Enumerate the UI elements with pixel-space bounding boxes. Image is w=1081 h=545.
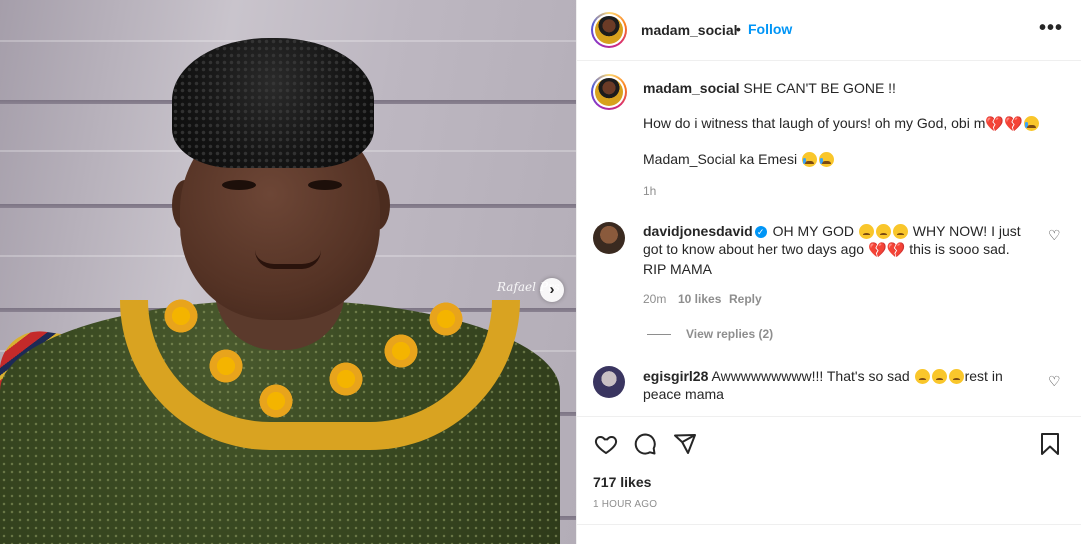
add-comment-bar[interactable] [577, 524, 1081, 545]
eye-left [222, 180, 256, 190]
flower-icon [380, 330, 422, 372]
next-image-button[interactable]: › [540, 278, 564, 302]
bookmark-icon[interactable] [1039, 432, 1061, 456]
caption-text-1: SHE CAN'T BE GONE !! [743, 80, 896, 96]
comment-username[interactable]: egisgirl28 [643, 368, 708, 384]
post-image[interactable]: Rafael Prs › [0, 0, 576, 544]
comment-text-c: got to know about her two days ago [643, 241, 865, 257]
sad-face-icon [875, 224, 891, 239]
flower-icon [205, 345, 247, 387]
comment-avatar[interactable] [593, 222, 625, 254]
verified-badge-icon: ✓ [754, 226, 767, 238]
caption-text-2: How do i witness that laugh of yours! oh… [643, 115, 986, 131]
headwrap-texture [172, 38, 374, 168]
comment-likes-count[interactable]: 10 likes [678, 292, 721, 306]
crying-face-icon [801, 152, 817, 167]
comment-avatar[interactable] [593, 366, 625, 398]
caption-line-1: madam_social SHE CAN'T BE GONE !! [643, 79, 1063, 97]
comment-likes[interactable]: 10 likes [678, 292, 721, 306]
follow-button[interactable]: Follow [748, 21, 792, 37]
caption-line-2: How do i witness that laugh of yours! oh… [643, 114, 1063, 134]
comment-text-b: WHY NOW! I just [912, 223, 1021, 239]
broken-heart-icon: 💔 [867, 242, 887, 259]
comment-username[interactable]: davidjonesdavid [643, 223, 753, 239]
comment-time: 20m [643, 292, 667, 306]
broken-heart-icon: 💔 [985, 116, 1005, 133]
comment-text-a: Awwwwwwwww!!! That's so sad [711, 368, 910, 384]
heart-icon[interactable] [593, 432, 619, 456]
caption-time: 1h [643, 184, 657, 198]
sad-face-icon [914, 369, 930, 384]
comment-text-d: this is sooo sad. [909, 241, 1010, 257]
header-username[interactable]: madam_social [641, 22, 738, 38]
more-options-icon[interactable]: ••• [1039, 17, 1063, 40]
avatar-image [595, 78, 623, 106]
eye-right [308, 180, 342, 190]
broken-heart-icon: 💔 [886, 242, 906, 259]
comment-like-icon[interactable]: ♡ [1048, 227, 1061, 244]
send-icon[interactable] [673, 432, 697, 456]
reply-button[interactable]: Reply [729, 292, 762, 306]
comment-text: egisgirl28 Awwwwwwwww!!! That's so sad r… [643, 367, 1023, 403]
post-header: madam_social • Follow ••• [577, 0, 1081, 61]
comment-icon[interactable] [633, 432, 657, 456]
flower-icon [325, 358, 367, 400]
caption-line-3: Madam_Social ka Emesi [643, 150, 1063, 168]
mouth [255, 250, 321, 269]
comment-text: davidjonesdavid ✓ OH MY GOD WHY NOW! I ju… [643, 222, 1023, 278]
comment-text-e: RIP MAMA [643, 261, 712, 277]
sad-face-icon [931, 369, 947, 384]
comment-like-icon[interactable]: ♡ [1048, 373, 1061, 390]
likes-count[interactable]: 717 likes [593, 474, 651, 490]
avatar-image [595, 16, 623, 44]
flower-icon [160, 295, 202, 337]
crying-face-icon [1023, 116, 1039, 131]
caption-text-3: Madam_Social ka Emesi [643, 151, 798, 167]
post-timestamp: 1 HOUR AGO [593, 499, 658, 510]
replies-divider [647, 334, 671, 335]
flower-icon [255, 380, 297, 422]
post-panel: madam_social • Follow ••• madam_social S… [576, 0, 1081, 544]
view-replies-button[interactable]: View replies (2) [686, 327, 773, 341]
sad-face-icon [892, 224, 908, 239]
comment-text-a: OH MY GOD [772, 223, 855, 239]
crying-face-icon [818, 152, 834, 167]
flower-icon [425, 298, 467, 340]
separator-dot: • [736, 21, 741, 37]
sad-face-icon [858, 224, 874, 239]
broken-heart-icon: 💔 [1004, 116, 1023, 133]
comments-list[interactable]: madam_social SHE CAN'T BE GONE !! How do… [577, 61, 1081, 416]
avatar[interactable] [591, 12, 627, 48]
reply-label[interactable]: Reply [729, 292, 762, 306]
comment-text-c: mama [685, 386, 724, 402]
sad-face-icon [948, 369, 964, 384]
caption-username[interactable]: madam_social [643, 80, 740, 96]
caption-avatar[interactable] [591, 74, 627, 110]
